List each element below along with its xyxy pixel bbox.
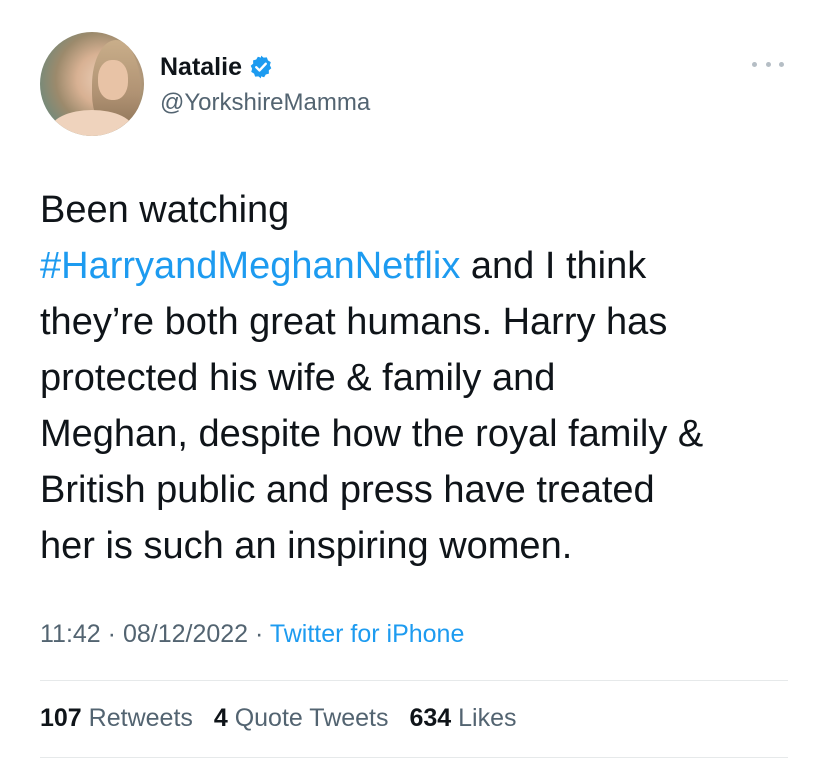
- more-options-icon[interactable]: [752, 58, 784, 70]
- tweet-line: Meghan, despite how the royal family &: [40, 413, 704, 455]
- divider: [40, 757, 788, 758]
- retweets-label: Retweets: [88, 704, 193, 732]
- avatar[interactable]: [40, 32, 144, 136]
- tweet-line: Been watching: [40, 189, 290, 231]
- quote-tweets-label: Quote Tweets: [234, 704, 389, 732]
- verified-badge-icon: [248, 54, 274, 80]
- tweet-line: #HarryandMeghanNetflix and I think: [40, 238, 810, 294]
- tweet-text-fragment: and I think: [460, 245, 647, 287]
- hashtag-link[interactable]: #HarryandMeghanNetflix: [40, 245, 460, 287]
- tweet-source-link[interactable]: Twitter for iPhone: [270, 620, 465, 648]
- retweets-stat[interactable]: 107 Retweets: [40, 704, 193, 732]
- divider: [40, 680, 788, 681]
- tweet-date[interactable]: 08/12/2022: [123, 620, 248, 648]
- tweet-line: they’re both great humans. Harry has: [40, 301, 668, 343]
- tweet-text: Been watching #HarryandMeghanNetflix and…: [40, 182, 810, 574]
- likes-count: 634: [409, 704, 452, 732]
- tweet-line: her is such an inspiring women.: [40, 525, 573, 567]
- quote-tweets-count: 4: [213, 704, 228, 732]
- avatar-face: [98, 60, 128, 100]
- quote-tweets-stat[interactable]: 4 Quote Tweets: [214, 704, 389, 732]
- author-handle[interactable]: @YorkshireMamma: [160, 89, 370, 117]
- retweets-count: 107: [40, 704, 82, 732]
- meta-separator: ·: [248, 620, 270, 648]
- tweet-time[interactable]: 11:42: [40, 620, 101, 648]
- likes-stat[interactable]: 634 Likes: [409, 704, 516, 732]
- likes-label: Likes: [458, 704, 517, 732]
- tweet-stats: 107 Retweets 4 Quote Tweets 634 Likes: [40, 704, 531, 733]
- tweet-card: Natalie @YorkshireMamma Been watching #H…: [0, 0, 827, 759]
- tweet-line: protected his wife & family and: [40, 357, 556, 399]
- meta-separator: ·: [100, 620, 123, 648]
- tweet-line: British public and press have treated: [40, 469, 655, 511]
- author-name-row: Natalie: [160, 51, 274, 83]
- tweet-meta: 11:42 · 08/12/2022 · Twitter for iPhone: [40, 620, 464, 649]
- author-name[interactable]: Natalie: [160, 53, 242, 82]
